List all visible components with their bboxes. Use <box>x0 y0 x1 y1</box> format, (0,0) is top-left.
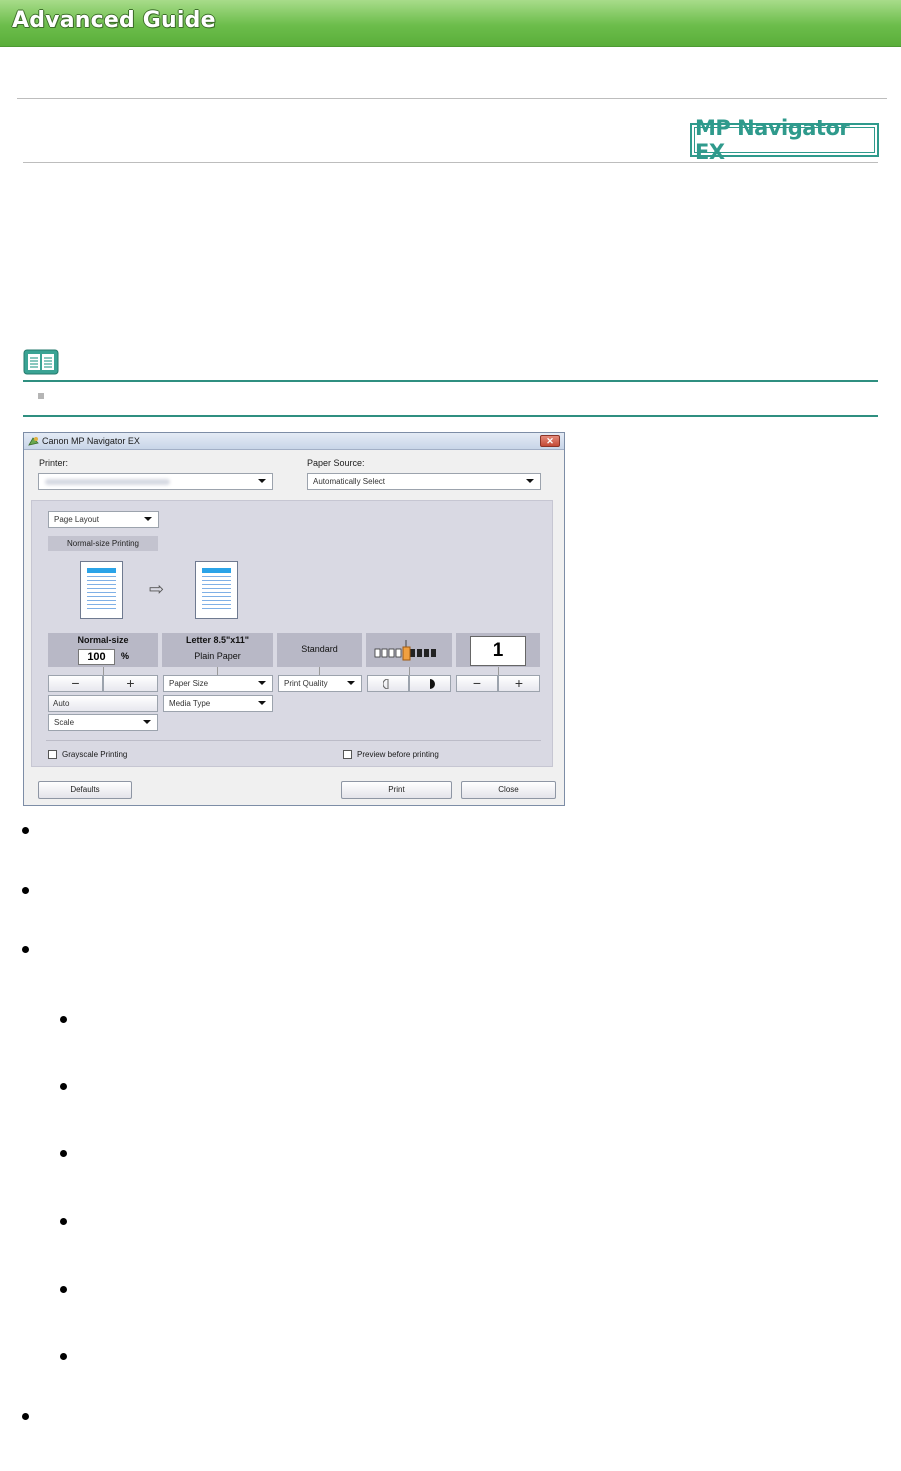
paper-status: Letter 8.5"x11" Plain Paper <box>162 633 273 667</box>
page-layout-select[interactable]: Page Layout <box>48 511 159 528</box>
list-bullet <box>22 1413 29 1420</box>
note-bottom-rule <box>23 415 878 417</box>
paper-size-select-label: Paper Size <box>169 679 209 688</box>
connector <box>498 667 499 675</box>
print-quality-select[interactable]: Print Quality <box>278 675 362 692</box>
sub-list-bullet <box>60 1353 67 1360</box>
grayscale-label: Grayscale Printing <box>62 750 128 759</box>
page-layout-value: Page Layout <box>54 515 99 524</box>
sub-list-bullet <box>60 1016 67 1023</box>
list-bullet <box>22 887 29 894</box>
note-top-rule <box>23 380 878 382</box>
chevron-down-icon <box>258 681 266 685</box>
note-book-icon <box>23 349 59 375</box>
half-circle-dark-icon <box>430 679 435 689</box>
paper-source-select[interactable]: Automatically Select <box>307 473 541 490</box>
scale-value-input[interactable]: 100 <box>78 649 115 665</box>
paper-type-text: Plain Paper <box>194 651 241 661</box>
chevron-down-icon <box>144 517 152 521</box>
connector <box>319 667 320 675</box>
scale-select-label: Scale <box>54 718 75 727</box>
chevron-down-icon <box>258 701 266 705</box>
banner-title: Advanced Guide <box>12 8 216 33</box>
print-quality-select-label: Print Quality <box>284 679 328 688</box>
intensity-slider[interactable] <box>374 640 444 664</box>
preview-checkbox[interactable] <box>343 750 352 759</box>
printer-select[interactable] <box>38 473 273 490</box>
chevron-down-icon <box>347 681 355 685</box>
intensity-status <box>366 633 452 667</box>
dialog-titlebar: Canon MP Navigator EX ✕ <box>24 433 564 450</box>
quality-status: Standard <box>277 633 362 667</box>
sub-list-bullet <box>60 1083 67 1090</box>
quality-text: Standard <box>301 644 338 654</box>
lighter-button[interactable] <box>367 675 409 692</box>
arrow-right-icon: ⇨ <box>149 579 165 599</box>
print-button[interactable]: Print <box>341 781 452 799</box>
scale-unit: % <box>121 651 130 661</box>
print-dialog: Canon MP Navigator EX ✕ Printer: Paper S… <box>23 432 565 806</box>
connector <box>217 667 218 675</box>
defaults-button[interactable]: Defaults <box>38 781 132 799</box>
sub-list-bullet <box>60 1150 67 1157</box>
chevron-down-icon <box>143 720 151 724</box>
window-close-icon[interactable]: ✕ <box>540 435 560 447</box>
settings-panel: Page Layout Normal-size Printing ⇨ Norma… <box>31 500 553 767</box>
scale-select[interactable]: Scale <box>48 714 158 731</box>
grayscale-checkbox[interactable] <box>48 750 57 759</box>
scale-status: Normal-size 100 % <box>48 633 158 667</box>
list-bullet <box>22 946 29 953</box>
paper-size-title: Letter 8.5"x11" <box>185 635 250 645</box>
close-button[interactable]: Close <box>461 781 556 799</box>
paper-size-select[interactable]: Paper Size <box>163 675 273 692</box>
paper-source-value: Automatically Select <box>313 477 386 486</box>
copies-decrease-button[interactable]: − <box>456 675 498 692</box>
printer-name-blurred <box>45 479 170 485</box>
connector <box>409 667 410 675</box>
preview-label: Preview before printing <box>357 750 439 759</box>
list-bullet <box>22 827 29 834</box>
title-divider <box>23 162 878 163</box>
printer-label: Printer: <box>39 458 69 468</box>
scale-title: Normal-size <box>77 635 129 645</box>
layout-option-label: Normal-size Printing <box>48 536 158 551</box>
header-banner: Advanced Guide <box>0 0 901 47</box>
panel-divider <box>46 740 541 741</box>
top-divider <box>17 98 887 99</box>
source-document-icon <box>80 561 123 619</box>
copies-increase-button[interactable]: + <box>498 675 540 692</box>
darker-button[interactable] <box>409 675 451 692</box>
scale-increase-button[interactable]: + <box>103 675 158 692</box>
media-type-select-label: Media Type <box>169 699 211 708</box>
chevron-down-icon <box>258 479 266 483</box>
product-logo-text: MP Navigator EX <box>694 116 875 164</box>
note-bullet-icon <box>38 393 44 399</box>
app-icon <box>28 437 39 446</box>
media-type-select[interactable]: Media Type <box>163 695 273 712</box>
auto-button[interactable]: Auto <box>48 695 158 712</box>
product-logo: MP Navigator EX <box>690 116 879 164</box>
sub-list-bullet <box>60 1218 67 1225</box>
dialog-title: Canon MP Navigator EX <box>42 436 140 446</box>
half-circle-light-icon <box>382 678 389 690</box>
scale-decrease-button[interactable]: − <box>48 675 103 692</box>
connector <box>103 667 104 675</box>
paper-source-label: Paper Source: <box>307 458 365 468</box>
output-document-icon <box>195 561 238 619</box>
chevron-down-icon <box>526 479 534 483</box>
sub-list-bullet <box>60 1286 67 1293</box>
copies-value: 1 <box>470 636 526 666</box>
copies-status: 1 <box>456 633 540 667</box>
